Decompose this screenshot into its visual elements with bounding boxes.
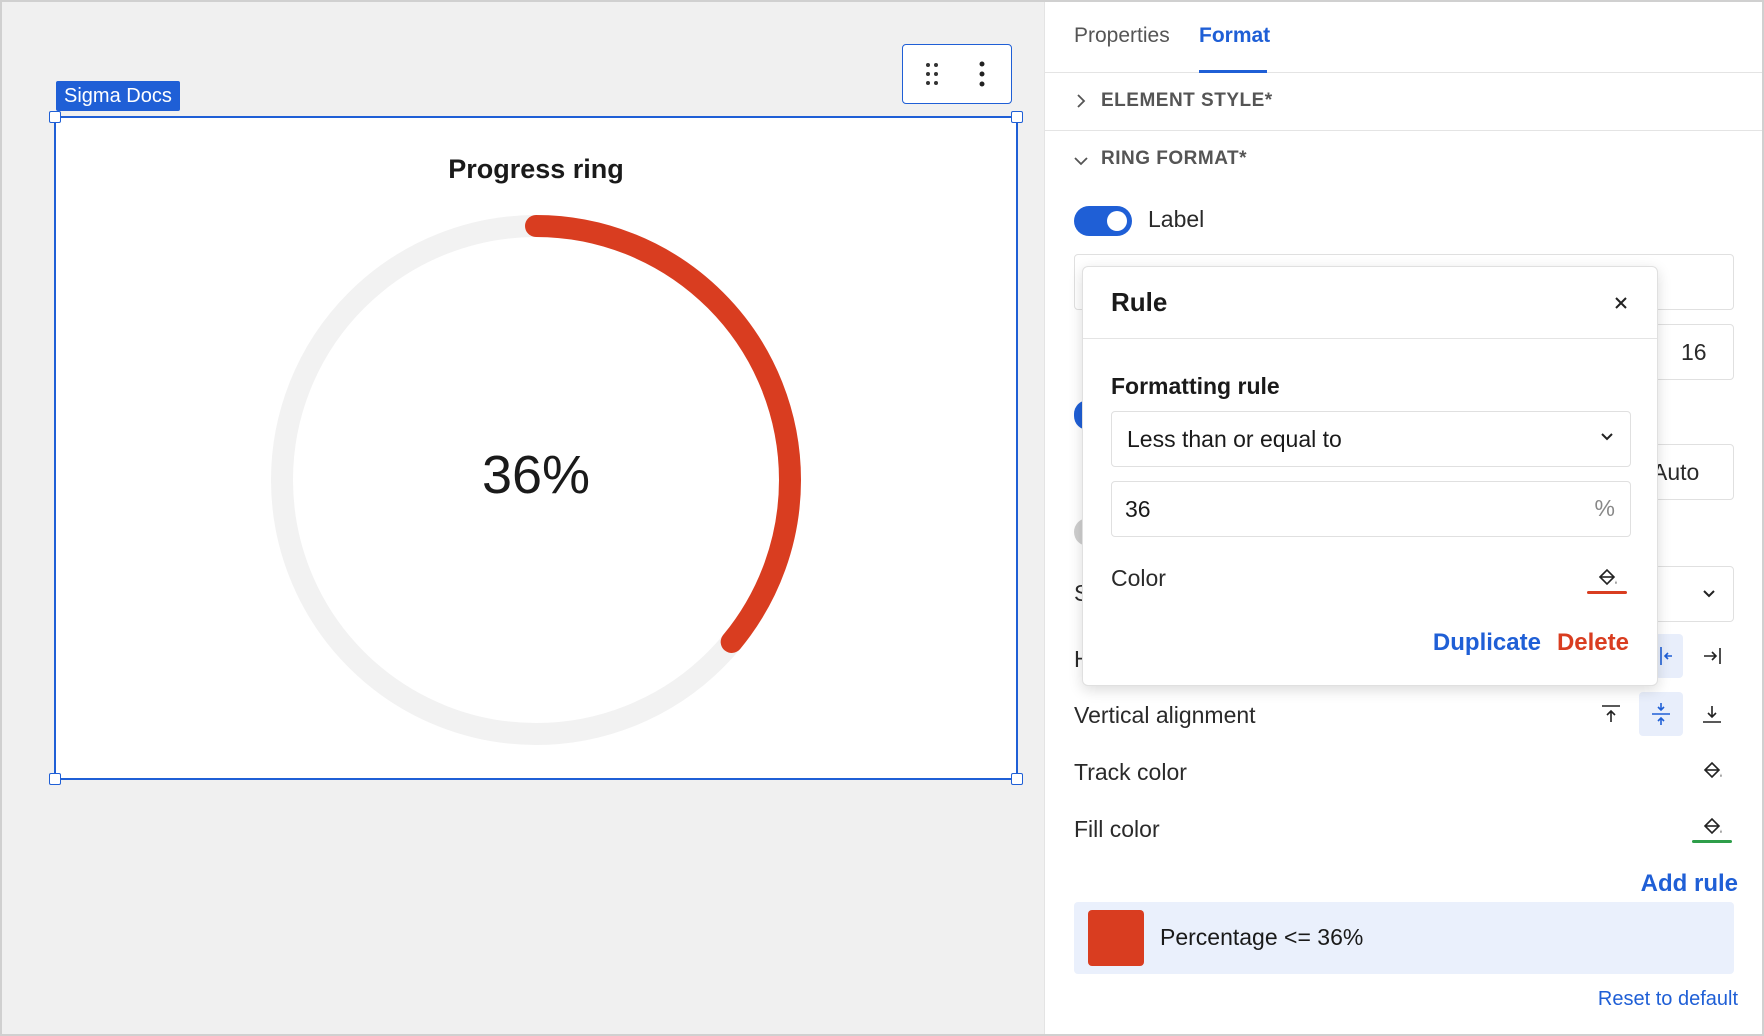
resize-handle-top-right[interactable] bbox=[1011, 111, 1023, 123]
condition-value: Less than or equal to bbox=[1127, 426, 1342, 452]
element-source-badge: Sigma Docs bbox=[56, 81, 180, 111]
section-title: ELEMENT STYLE* bbox=[1101, 90, 1273, 111]
workbook-canvas[interactable]: Sigma Docs Progress ring 36% bbox=[2, 2, 1044, 1034]
popover-header: Rule bbox=[1083, 267, 1657, 339]
tab-properties[interactable]: Properties bbox=[1074, 24, 1170, 48]
popover-actions: Duplicate Delete bbox=[1433, 629, 1629, 657]
chevron-down-icon bbox=[1703, 590, 1715, 598]
rule-color-swatch-bar bbox=[1587, 590, 1627, 594]
reset-to-default-link[interactable]: Reset to default bbox=[1598, 988, 1738, 1011]
vertical-alignment-label: Vertical alignment bbox=[1074, 702, 1256, 728]
track-color-label: Track color bbox=[1074, 759, 1187, 785]
chevron-down-icon bbox=[1601, 433, 1613, 441]
threshold-input[interactable] bbox=[1111, 481, 1631, 537]
section-ring-format[interactable]: RING FORMAT* bbox=[1045, 131, 1762, 189]
section-element-style[interactable]: ELEMENT STYLE* bbox=[1045, 73, 1762, 131]
condition-select[interactable]: Less than or equal to bbox=[1111, 411, 1631, 467]
element-title: Progress ring bbox=[448, 154, 624, 184]
resize-handle-top-left[interactable] bbox=[49, 111, 61, 123]
fill-color-bucket-icon[interactable] bbox=[1690, 806, 1734, 850]
delete-button[interactable]: Delete bbox=[1557, 629, 1629, 657]
rule-color-bucket-icon[interactable] bbox=[1585, 557, 1629, 601]
section-title: RING FORMAT* bbox=[1101, 148, 1248, 169]
font-size-value: 16 bbox=[1681, 339, 1707, 365]
formatting-rule-label: Formatting rule bbox=[1111, 373, 1280, 399]
rule-popover: Rule Formatting rule Less than or equal … bbox=[1082, 266, 1658, 686]
resize-handle-bottom-left[interactable] bbox=[49, 773, 61, 785]
tab-format[interactable]: Format bbox=[1199, 24, 1270, 48]
progress-ring-element[interactable]: Progress ring 36% bbox=[49, 111, 1023, 785]
more-options-icon[interactable] bbox=[962, 54, 1002, 94]
chevron-down-icon bbox=[1074, 157, 1088, 166]
drag-handle-icon[interactable] bbox=[912, 54, 952, 94]
rule-color-swatch bbox=[1088, 910, 1144, 966]
duplicate-button[interactable]: Duplicate bbox=[1433, 629, 1541, 657]
fill-color-swatch-bar bbox=[1692, 839, 1732, 843]
resize-handle-bottom-right[interactable] bbox=[1011, 773, 1023, 785]
track-color-bucket-icon[interactable] bbox=[1690, 748, 1734, 792]
conditional-rule-item[interactable]: Percentage <= 36% bbox=[1074, 902, 1734, 974]
ring-value-label: 36% bbox=[481, 445, 591, 505]
align-bottom-icon[interactable] bbox=[1690, 692, 1734, 736]
add-rule-link[interactable]: Add rule bbox=[1641, 870, 1738, 898]
close-icon[interactable] bbox=[1603, 285, 1639, 321]
align-middle-icon[interactable] bbox=[1639, 692, 1683, 736]
popover-title: Rule bbox=[1111, 287, 1168, 317]
chevron-right-icon bbox=[1077, 94, 1086, 108]
rule-color-label: Color bbox=[1111, 565, 1166, 591]
align-top-icon[interactable] bbox=[1589, 692, 1633, 736]
element-toolbar bbox=[902, 44, 1012, 104]
align-right-icon[interactable] bbox=[1690, 634, 1734, 678]
label-toggle-label: Label bbox=[1148, 206, 1205, 232]
auto-value: Auto bbox=[1652, 459, 1700, 485]
label-toggle[interactable] bbox=[1074, 206, 1132, 236]
panel-tabs: Properties Format bbox=[1045, 2, 1762, 73]
rule-summary: Percentage <= 36% bbox=[1160, 924, 1364, 950]
percent-suffix: % bbox=[1594, 495, 1615, 521]
fill-color-label: Fill color bbox=[1074, 816, 1160, 842]
